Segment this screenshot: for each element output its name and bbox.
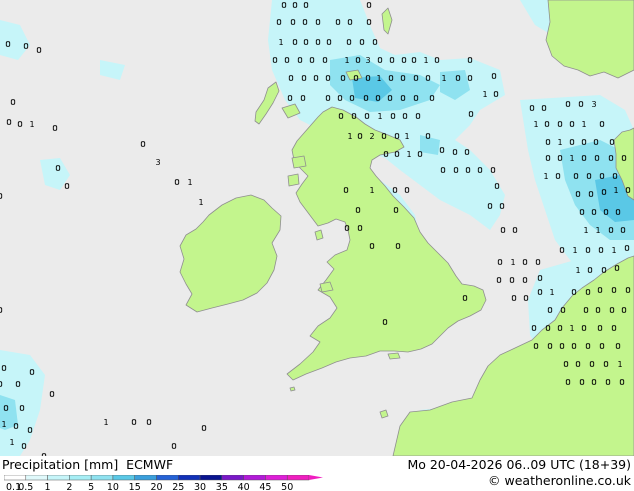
scale-segment xyxy=(243,475,266,481)
scale-segment xyxy=(221,475,244,481)
precip-value-label: 1 xyxy=(617,360,622,369)
precip-value-label: 3 xyxy=(155,158,160,167)
scale-segment xyxy=(90,475,114,481)
scale-segment xyxy=(178,475,201,481)
channel-islands xyxy=(379,409,389,419)
precip-value-label: 1 xyxy=(187,178,192,187)
precip-value-label: 1 xyxy=(9,438,14,447)
precip-value-label: 1 xyxy=(569,324,574,333)
precip-value-label: 1 xyxy=(543,172,548,181)
color-scale: 0.10.5 1 2 5 10 15 20 25 30 35 40 45 50 xyxy=(4,475,323,491)
precip-value-label: 1 xyxy=(613,186,618,195)
precip-value-label: 3 xyxy=(591,100,596,109)
precip-value-label: 1 xyxy=(611,246,616,255)
legend-footer: Precipitation [mm] ECMWF Mo 20-04-2026 0… xyxy=(0,456,634,491)
precip-value-label: 2 xyxy=(369,132,374,141)
precip-value-label: 1 xyxy=(278,38,283,47)
legend-title: Precipitation [mm] ECMWF xyxy=(2,458,173,472)
precip-value-label: 1 xyxy=(575,266,580,275)
credit-text: © weatheronline.co.uk xyxy=(488,473,631,488)
precip-value-label: 1 xyxy=(423,56,428,65)
scale-segment xyxy=(47,475,70,481)
precip-value-label: 1 xyxy=(510,258,515,267)
scale-segment xyxy=(286,475,310,481)
precip-value-label: 1 xyxy=(441,74,446,83)
precip-value-label: 1 xyxy=(344,56,349,65)
precip-value-label: 1 xyxy=(376,74,381,83)
precip-value-label: 1 xyxy=(482,90,487,99)
precip-value-label: 1 xyxy=(583,226,588,235)
precip-value-label: 1 xyxy=(29,120,34,129)
scale-segment xyxy=(112,475,135,481)
valid-time: Mo 20-04-2026 06..09 UTC (18+39) xyxy=(407,457,631,472)
precip-value-label: 1 xyxy=(557,138,562,147)
precip-value-label: 1 xyxy=(549,288,554,297)
precip-value-label: 1 xyxy=(377,112,382,121)
precip-value-label: 1 xyxy=(572,246,577,255)
precip-value-label: 1 xyxy=(595,226,600,235)
precip-value-label: 1 xyxy=(533,120,538,129)
precipitation-map: 113111111211113111111111111111311111 xyxy=(0,0,634,456)
precip-value-label: 1 xyxy=(198,198,203,207)
precip-value-label: 1 xyxy=(347,132,352,141)
precip-value-label: 3 xyxy=(365,56,370,65)
precip-value-label: 1 xyxy=(404,132,409,141)
model-name: ECMWF xyxy=(126,457,174,472)
precip-value-label: 1 xyxy=(369,186,374,195)
precip-value-label: 1 xyxy=(1,420,6,429)
scale-segment xyxy=(69,475,92,481)
precip-value-label: 1 xyxy=(406,150,411,159)
scale-segment xyxy=(134,475,157,481)
precip-value-label: 1 xyxy=(581,120,586,129)
legend-title-text: Precipitation [mm] xyxy=(2,457,119,472)
scale-segment xyxy=(156,475,179,481)
scilly xyxy=(289,386,296,392)
scale-segment xyxy=(25,475,48,481)
scale-arrow xyxy=(309,475,323,480)
scale-segment xyxy=(199,475,223,481)
precip-value-label: 1 xyxy=(103,418,108,427)
precip-value-label: 1 xyxy=(569,154,574,163)
isle-of-wight xyxy=(387,352,401,360)
scale-segment xyxy=(4,475,27,481)
scale-segment xyxy=(265,475,288,481)
